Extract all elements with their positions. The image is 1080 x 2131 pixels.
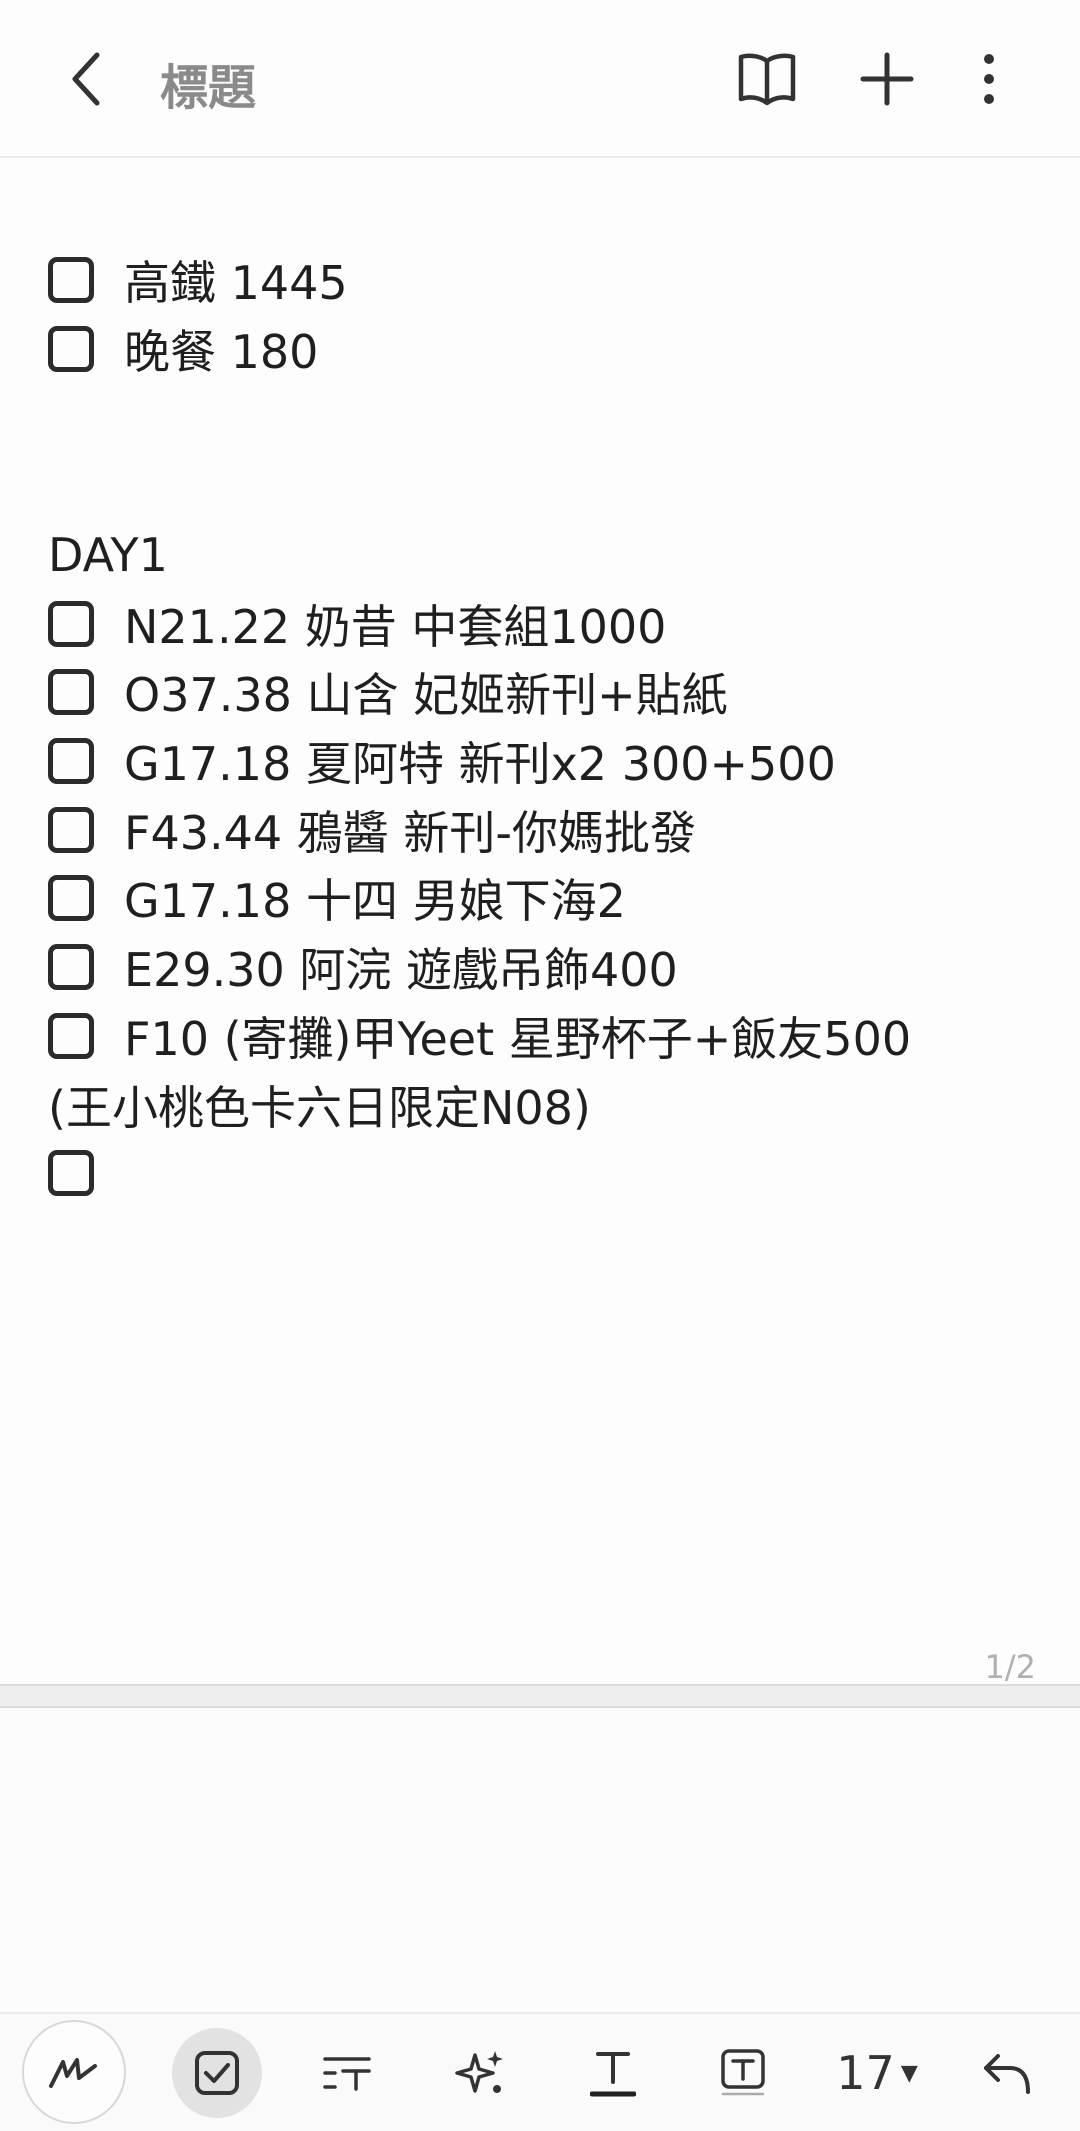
bottom-toolbar: 17 ▼: [0, 2012, 1080, 2131]
item-text[interactable]: N21.22 奶昔 中套組1000: [124, 591, 666, 657]
back-icon: [72, 52, 100, 106]
checklist-item[interactable]: 高鐵 1445: [48, 246, 348, 314]
pen-icon: [49, 2058, 97, 2088]
checkbox-button[interactable]: [172, 2028, 262, 2118]
text-style-button[interactable]: [302, 2028, 392, 2118]
checkbox[interactable]: [48, 669, 94, 715]
more-icon: [984, 54, 994, 104]
checkbox[interactable]: [48, 944, 94, 990]
item-text[interactable]: F43.44 鴉醬 新刊-你媽批發: [124, 797, 696, 863]
text-line[interactable]: DAY1: [48, 521, 168, 589]
text-style-icon: [323, 2057, 371, 2091]
checklist-item[interactable]: 晚餐 180: [48, 315, 318, 383]
checklist-item[interactable]: F10 (寄攤)甲Yeet 星野杯子+飯友500: [48, 1002, 911, 1070]
text-box-button[interactable]: [698, 2028, 788, 2118]
checklist-item[interactable]: G17.18 十四 男娘下海2: [48, 864, 626, 932]
item-text[interactable]: 高鐵 1445: [124, 247, 348, 313]
reading-mode-icon: [738, 53, 796, 106]
note-page-2[interactable]: [0, 1708, 1080, 2012]
item-text[interactable]: G17.18 十四 男娘下海2: [124, 865, 626, 931]
day-heading[interactable]: DAY1: [48, 528, 168, 582]
undo-icon: [984, 2054, 1030, 2094]
back-button[interactable]: [42, 34, 132, 124]
item-text[interactable]: E29.30 阿浣 遊戲吊飾400: [124, 934, 678, 1000]
ai-assist-button[interactable]: [436, 2028, 526, 2118]
checkbox[interactable]: [48, 601, 94, 647]
caret-down-icon: ▼: [900, 2060, 918, 2086]
more-options-button[interactable]: [944, 34, 1034, 124]
underline-text-icon: [590, 2052, 636, 2097]
pen-mode-button[interactable]: [22, 2020, 126, 2124]
checkbox[interactable]: [48, 807, 94, 853]
page-divider: [0, 1684, 1080, 1708]
checklist-item[interactable]: [48, 1139, 124, 1207]
note-page-1[interactable]: 高鐵 1445 晚餐 180 DAY1 N21.22 奶昔 中套組1000 O3…: [0, 158, 1080, 1684]
item-text[interactable]: F10 (寄攤)甲Yeet 星野杯子+飯友500: [124, 1003, 911, 1069]
item-text[interactable]: G17.18 夏阿特 新刊x2 300+500: [124, 728, 836, 794]
item-text[interactable]: 晚餐 180: [124, 316, 318, 382]
checkbox[interactable]: [48, 875, 94, 921]
checkbox[interactable]: [48, 738, 94, 784]
checkbox[interactable]: [48, 1150, 94, 1196]
sparkle-icon: [455, 2051, 503, 2093]
checklist-item[interactable]: G17.18 夏阿特 新刊x2 300+500: [48, 727, 836, 795]
page-indicator: 1/2: [984, 1648, 1037, 1686]
checklist-item[interactable]: O37.38 山含 妃姬新刊+貼紙: [48, 658, 728, 726]
font-size-value: 17: [836, 2046, 895, 2100]
text-format-button[interactable]: [568, 2028, 658, 2118]
item-text[interactable]: (王小桃色卡六日限定N08): [48, 1072, 591, 1138]
checklist-item[interactable]: N21.22 奶昔 中套組1000: [48, 590, 666, 658]
add-button[interactable]: [842, 34, 932, 124]
reading-mode-button[interactable]: [722, 34, 812, 124]
top-app-bar: 標題: [0, 0, 1080, 158]
undo-button[interactable]: [962, 2028, 1052, 2118]
checklist-item[interactable]: F43.44 鴉醬 新刊-你媽批發: [48, 796, 696, 864]
checkbox[interactable]: [48, 1013, 94, 1059]
checklist-item[interactable]: E29.30 阿浣 遊戲吊飾400: [48, 933, 678, 1001]
note-title[interactable]: 標題: [160, 48, 256, 118]
font-size-dropdown[interactable]: 17 ▼: [822, 2028, 932, 2118]
item-text[interactable]: O37.38 山含 妃姬新刊+貼紙: [124, 659, 728, 725]
checkbox-icon: [195, 2051, 239, 2095]
checkbox[interactable]: [48, 257, 94, 303]
add-icon: [860, 52, 914, 106]
checkbox[interactable]: [48, 326, 94, 372]
text-line[interactable]: (王小桃色卡六日限定N08): [48, 1071, 591, 1139]
text-box-icon: [721, 2049, 765, 2096]
